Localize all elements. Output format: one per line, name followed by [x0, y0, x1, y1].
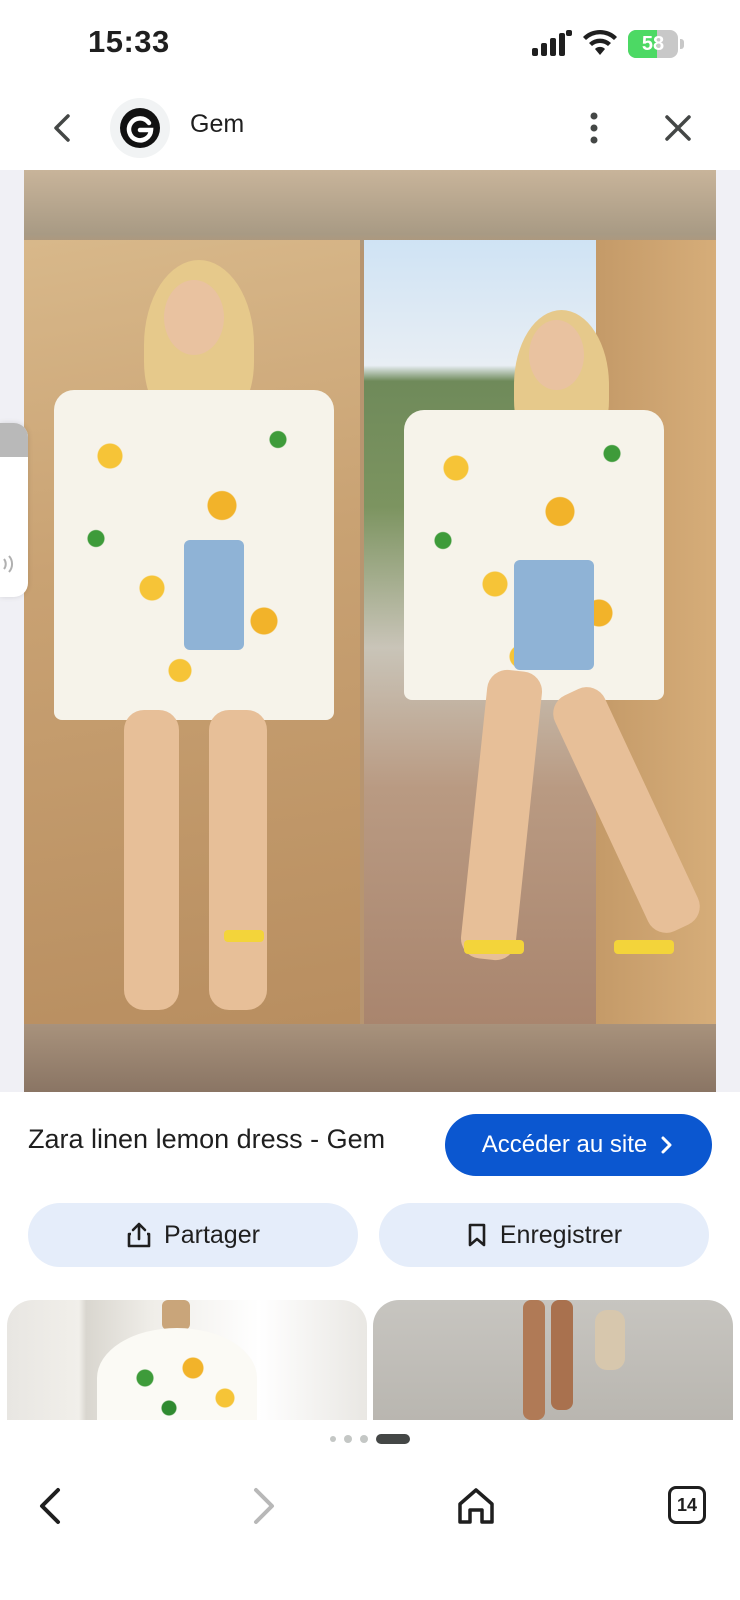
nav-forward-button[interactable] [238, 1482, 286, 1530]
sound-wave-icon [3, 555, 13, 573]
site-logo [120, 108, 160, 148]
share-label: Partager [164, 1220, 260, 1249]
chevron-left-icon [54, 114, 70, 142]
battery-nub [680, 39, 684, 49]
battery-indicator: 58 [628, 30, 684, 58]
carousel-dot [360, 1435, 368, 1443]
arrow-back-icon [40, 1488, 60, 1524]
chevron-right-icon [661, 1136, 672, 1154]
back-button[interactable] [40, 104, 88, 152]
photo-right-panel [364, 240, 716, 1024]
wifi-icon [583, 29, 617, 55]
close-button[interactable] [654, 104, 702, 152]
more-options-button[interactable] [570, 104, 618, 152]
visit-site-label: Accéder au site [481, 1131, 648, 1158]
nav-back-button[interactable] [28, 1482, 76, 1530]
image-viewer [0, 170, 740, 1092]
photo-left-panel [24, 240, 360, 1024]
home-icon [458, 1488, 494, 1524]
related-thumbnail[interactable] [373, 1300, 733, 1420]
more-vert-icon [590, 112, 598, 144]
battery-label: 58 [641, 33, 665, 55]
carousel-dot [330, 1436, 336, 1442]
battery-body: 58 [628, 30, 678, 58]
site-logo-g-icon [126, 116, 154, 143]
tabs-button[interactable]: 14 [668, 1486, 706, 1524]
visit-site-button[interactable]: Accéder au site [445, 1114, 712, 1176]
viewer-header: Gem [0, 88, 740, 170]
site-name[interactable]: Gem [190, 110, 244, 139]
share-button[interactable]: Partager [28, 1203, 358, 1267]
carousel-dot-active [376, 1434, 410, 1444]
site-avatar[interactable] [110, 98, 170, 158]
status-bar: 15:33 58 [0, 0, 740, 88]
carousel-dot [344, 1435, 352, 1443]
bookmark-icon [468, 1223, 486, 1247]
status-time: 15:33 [88, 24, 170, 59]
arrow-forward-icon [254, 1488, 274, 1524]
carousel-indicator [0, 1434, 740, 1444]
result-caption[interactable]: Zara linen lemon dress - Gem [28, 1124, 385, 1155]
result-image[interactable] [24, 170, 716, 1092]
share-icon [127, 1222, 151, 1248]
browser-bottom-nav: 14 [0, 1468, 740, 1600]
close-icon [665, 115, 691, 141]
cellular-signal-icon [532, 30, 572, 56]
related-thumbnail[interactable] [7, 1300, 367, 1420]
nav-home-button[interactable] [452, 1482, 500, 1530]
model-figure-left [24, 240, 360, 1024]
save-button[interactable]: Enregistrer [379, 1203, 709, 1267]
save-label: Enregistrer [499, 1220, 623, 1249]
side-panel-handle[interactable] [0, 423, 28, 597]
model-figure-right [364, 240, 716, 1024]
